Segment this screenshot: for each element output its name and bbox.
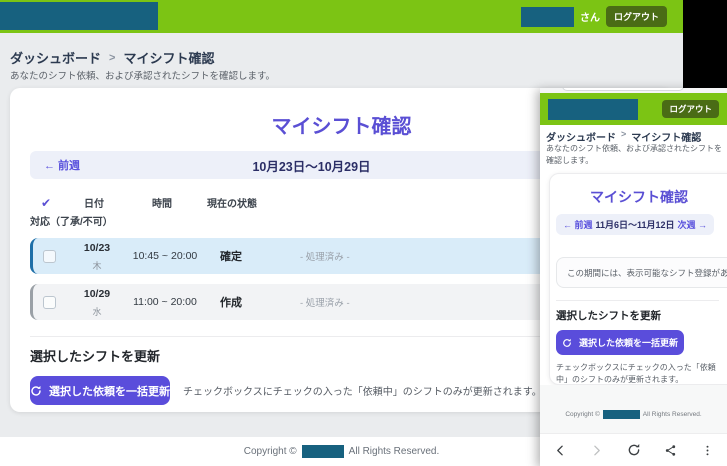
weekday-value: 木 [92, 261, 102, 272]
screenshot-stage: さん ログアウト ダッシュボード > マイシフト確認 あなたのシフト依頼、および… [0, 0, 727, 466]
redaction-black-box [683, 0, 727, 88]
row-checkbox[interactable] [42, 295, 56, 309]
cell-date: 10/23 木 [65, 238, 129, 275]
mobile-bulk-update-label: 選択した依頼を一括更新 [578, 338, 678, 348]
user-honorific: さん [579, 13, 600, 24]
mobile-page-subtitle: あなたのシフト依頼、および承認されたシフトを確認します。 [546, 144, 722, 165]
mobile-card-title: マイシフト確認 [590, 189, 688, 205]
mobile-breadcrumb-dashboard-link[interactable]: ダッシュボード [546, 129, 616, 144]
cell-time: 11:00 ~ 20:00 [133, 296, 197, 309]
copyright-prefix: Copyright © [243, 446, 297, 457]
breadcrumb: ダッシュボード > マイシフト確認 [10, 48, 214, 67]
page-subtitle: あなたのシフト依頼、および承認されたシフトを確認します。 [10, 71, 276, 82]
company-name-redacted [301, 445, 344, 458]
mobile-breadcrumb: ダッシュボード > マイシフト確認 [546, 129, 701, 144]
check-column-icon: ✔ [40, 195, 52, 210]
mobile-shift-card: マイシフト確認 ← 前週 11月6日〜11月12日 次週 → この期間には、表示… [549, 173, 727, 385]
date-value: 10/23 [83, 242, 111, 254]
site-logo-redacted [0, 2, 158, 30]
bulk-update-button[interactable]: 選択した依頼を一括更新 [30, 376, 170, 405]
cell-status: 作成 [220, 297, 242, 310]
mobile-previous-week-link[interactable]: ← 前週 [563, 218, 593, 231]
mobile-company-name-redacted [602, 410, 640, 419]
breadcrumb-current: マイシフト確認 [123, 51, 215, 66]
cell-time: 10:45 ~ 20:00 [132, 250, 198, 263]
mobile-breadcrumb-current: マイシフト確認 [631, 133, 702, 144]
mobile-breadcrumb-separator: > [621, 129, 627, 139]
bulk-update-label: 選択した依頼を一括更新 [49, 385, 170, 398]
mobile-copyright-suffix: All Rights Reserved. [642, 411, 702, 418]
update-note: チェックボックスにチェックの入った「依頼中」のシフトのみが更新されます。 [183, 387, 542, 398]
refresh-icon [31, 385, 41, 396]
mobile-section-divider [556, 300, 719, 301]
mobile-screenshot-overlay: ログアウト ダッシュボード > マイシフト確認 あなたのシフト依頼、および承認さ… [540, 88, 727, 466]
back-icon[interactable] [549, 439, 571, 461]
weekday-value: 水 [92, 307, 102, 318]
mobile-footer: Copyright © All Rights Reserved. [540, 385, 727, 433]
mobile-week-navigation: ← 前週 11月6日〜11月12日 次週 → [556, 214, 714, 235]
mobile-top-nav: ログアウト [540, 93, 727, 125]
desktop-user-area: さん ログアウト [520, 0, 667, 33]
mobile-next-week-link[interactable]: 次週 → [678, 218, 708, 231]
mobile-empty-message: この期間には、表示可能なシフト登録があ [556, 257, 727, 288]
column-header-time: 時間 [152, 199, 172, 210]
cell-status: 確定 [220, 251, 242, 264]
breadcrumb-dashboard-link[interactable]: ダッシュボード [10, 48, 101, 67]
copyright-suffix: All Rights Reserved. [348, 446, 440, 457]
mobile-site-logo-redacted [548, 99, 638, 120]
column-header-date: 日付 [84, 199, 104, 210]
logout-button[interactable]: ログアウト [605, 6, 667, 27]
date-value: 10/29 [83, 288, 111, 300]
overflow-menu-icon[interactable] [696, 439, 718, 461]
row-checkbox[interactable] [42, 249, 56, 263]
forward-icon[interactable] [586, 439, 608, 461]
mobile-logout-button[interactable]: ログアウト [662, 100, 719, 118]
username-redacted [520, 6, 574, 27]
mobile-url-bar[interactable] [562, 88, 684, 91]
mobile-update-note: チェックボックスにチェックの入った「依頼中」のシフトのみが更新されます。 [556, 363, 716, 384]
share-icon[interactable] [659, 439, 681, 461]
cell-date: 10/29 水 [65, 284, 129, 321]
mobile-update-section-heading: 選択したシフトを更新 [556, 310, 661, 322]
column-header-status: 現在の状態 [207, 199, 257, 210]
breadcrumb-separator: > [109, 51, 116, 64]
desktop-top-nav: さん ログアウト [0, 0, 683, 33]
refresh-icon [563, 338, 571, 347]
week-range-label: 10月23日〜10月29日 [252, 159, 371, 174]
mobile-browser-navbar [540, 433, 727, 466]
mobile-bulk-update-button[interactable]: 選択した依頼を一括更新 [556, 330, 684, 355]
reload-icon[interactable] [623, 439, 645, 461]
mobile-week-range-label: 11月6日〜11月12日 [595, 220, 675, 230]
mobile-copyright-prefix: Copyright © [565, 411, 600, 418]
